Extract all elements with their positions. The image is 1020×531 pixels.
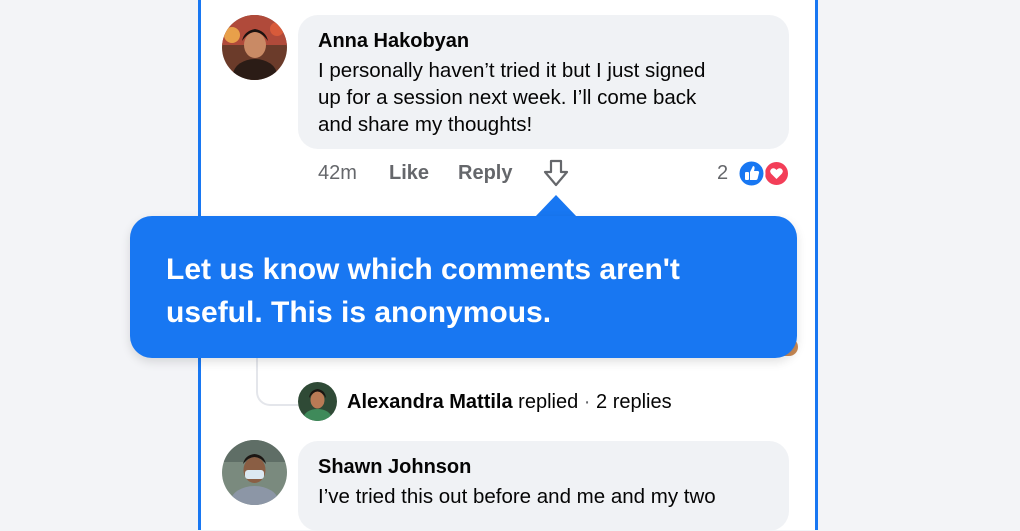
reply-author[interactable]: Alexandra Mattila — [347, 391, 513, 413]
avatar-alexandra[interactable] — [298, 382, 337, 421]
reaction-count[interactable]: 2 — [717, 162, 728, 185]
tooltip-text-line: useful. This is anonymous. — [166, 296, 552, 329]
comment-author[interactable]: Anna Hakobyan — [318, 30, 769, 53]
comment-text-line: up for a session next week. I’ll come ba… — [318, 86, 697, 109]
comment-text-line: I’ve tried this out before and me and my… — [318, 485, 716, 508]
comment-text-line: I personally haven’t tried it but I just… — [318, 59, 706, 82]
comment-text-line: and share my thoughts! — [318, 113, 533, 136]
reply-action: replied — [518, 391, 579, 413]
love-reaction-icon[interactable] — [763, 160, 790, 187]
avatar-anna[interactable] — [222, 15, 287, 80]
tooltip-text-line: Let us know which comments aren't — [166, 253, 680, 286]
like-button[interactable]: Like — [389, 162, 429, 185]
tooltip-pointer — [535, 195, 577, 217]
reply-button[interactable]: Reply — [458, 162, 512, 185]
comment-timestamp: 42m — [318, 162, 357, 184]
comment-bubble-shawn: Shawn Johnson I’ve tried this out before… — [298, 441, 789, 531]
avatar-shawn[interactable] — [222, 440, 287, 505]
tooltip-callout: Let us know which comments aren't useful… — [130, 216, 797, 358]
comment-bubble-anna: Anna Hakobyan I personally haven’t tried… — [298, 15, 789, 149]
downvote-arrow-icon[interactable] — [543, 159, 569, 187]
reply-count[interactable]: 2 replies — [596, 391, 672, 413]
reply-separator: · — [583, 391, 591, 413]
comment-author[interactable]: Shawn Johnson — [318, 456, 769, 479]
like-reaction-icon[interactable] — [737, 159, 766, 188]
